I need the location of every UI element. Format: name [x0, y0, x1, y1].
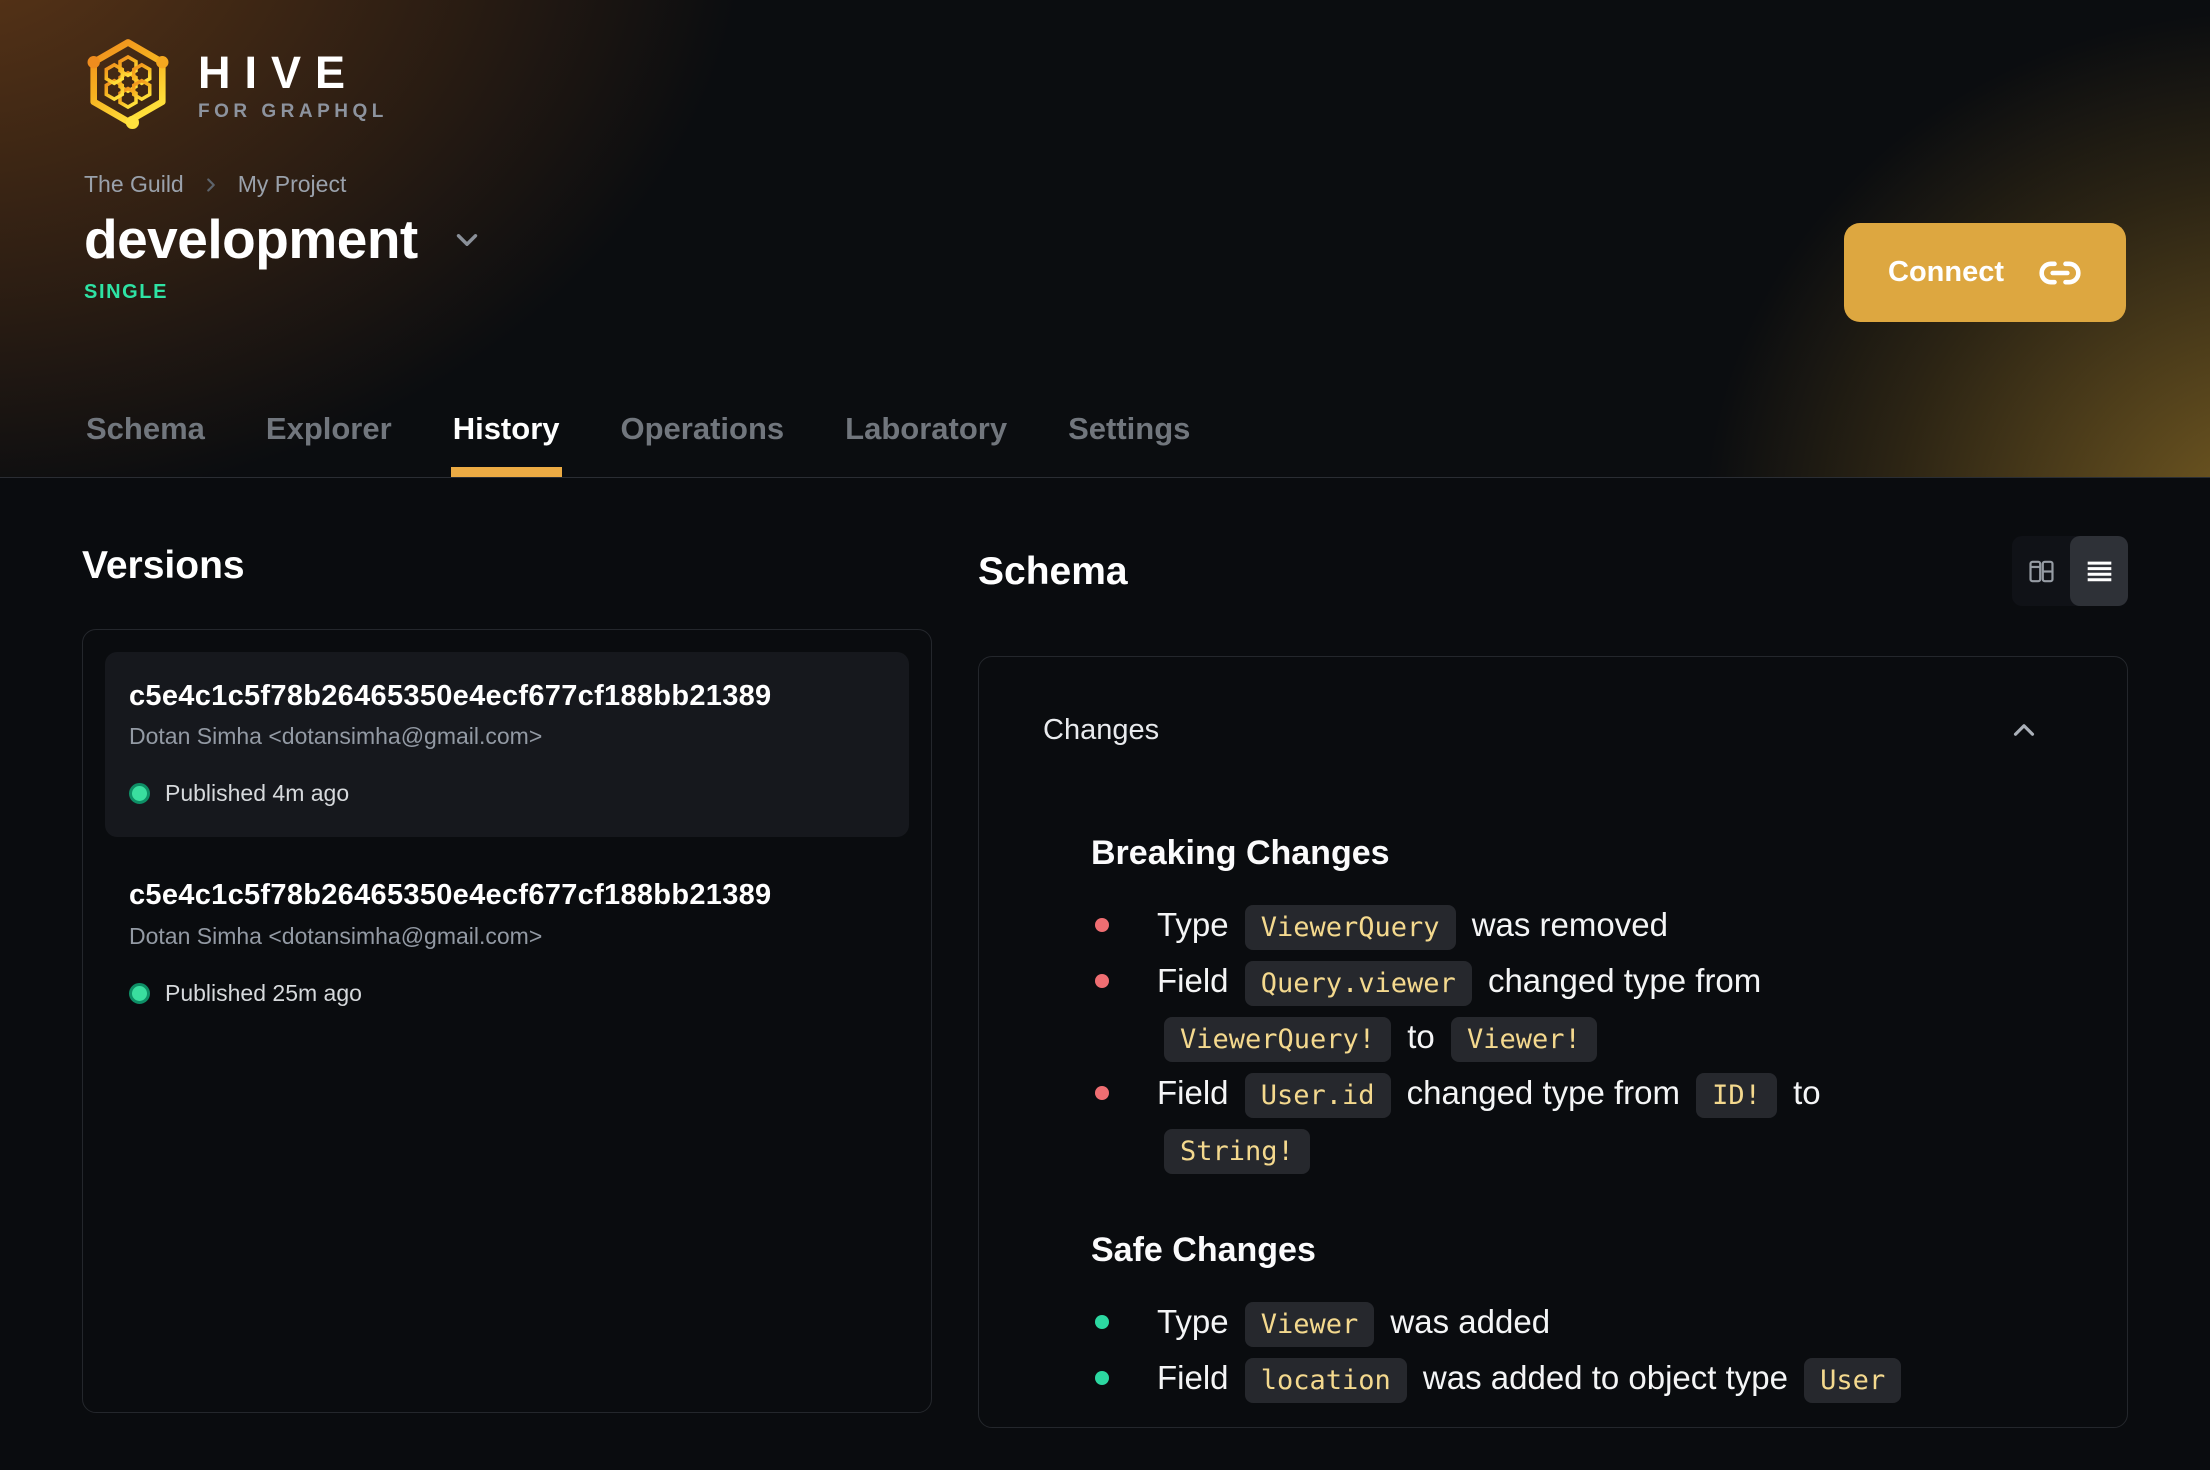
- code-chip: ViewerQuery: [1244, 904, 1456, 950]
- schema-header-row: Schema: [978, 536, 2128, 606]
- target-type-badge: SINGLE: [84, 281, 169, 304]
- bullet-dot: [1095, 1370, 1109, 1385]
- schema-heading: Schema: [978, 549, 1128, 593]
- version-card[interactable]: c5e4c1c5f78b26465350e4ecf677cf188bb21389…: [105, 851, 909, 1036]
- published-status-dot: [129, 982, 150, 1004]
- link-icon: [2039, 261, 2081, 284]
- view-toggle: [2012, 536, 2128, 606]
- version-hash: c5e4c1c5f78b26465350e4ecf677cf188bb21389: [129, 879, 772, 912]
- bullet-dot: [1095, 917, 1109, 932]
- version-status: Published 4m ago: [129, 780, 885, 807]
- chevron-right-icon: [206, 177, 215, 192]
- code-chip: Query.viewer: [1244, 960, 1472, 1006]
- version-status-text: Published 4m ago: [165, 780, 350, 807]
- main-content: Versions c5e4c1c5f78b26465350e4ecf677cf1…: [0, 478, 2210, 1428]
- bullet-dot: [1095, 1085, 1109, 1100]
- bullet-dot: [1095, 1314, 1109, 1329]
- target-name: development: [84, 208, 418, 270]
- change-item: Field location was added to object type …: [1091, 1351, 1951, 1407]
- version-status: Published 25m ago: [129, 980, 885, 1007]
- brand-tagline: FOR GRAPHQL: [198, 101, 388, 122]
- tab-schema[interactable]: Schema: [84, 410, 207, 477]
- tab-bar: Schema Explorer History Operations Laborator…: [84, 410, 1192, 478]
- columns-icon: [2028, 560, 2054, 582]
- code-chip: Viewer!: [1450, 1016, 1597, 1062]
- tab-operations[interactable]: Operations: [619, 410, 787, 477]
- changes-section-title: Breaking Changes: [1091, 834, 1390, 872]
- changes-section-title: Safe Changes: [1091, 1230, 1316, 1269]
- code-chip: String!: [1164, 1128, 1310, 1174]
- header: HIVE FOR GRAPHQL The Guild My Project de…: [0, 0, 2210, 478]
- safe-change-list: Type Viewer was added Field location was …: [1091, 1295, 2063, 1407]
- version-author: Dotan Simha <dotansimha@gmail.com>: [129, 723, 543, 750]
- code-chip: User.id: [1244, 1072, 1391, 1118]
- tab-laboratory[interactable]: Laboratory: [843, 410, 1009, 477]
- changes-panel: Changes Breaking Changes Type ViewerQuery…: [978, 656, 2128, 1428]
- brand-text: HIVE FOR GRAPHQL: [198, 50, 388, 121]
- version-author: Dotan Simha <dotansimha@gmail.com>: [129, 922, 543, 949]
- code-chip: Viewer: [1244, 1301, 1375, 1347]
- hive-logo-icon: [87, 39, 169, 130]
- change-item: Field Query.viewer changed type from Vie…: [1091, 954, 1951, 1066]
- changes-title: Changes: [1043, 713, 1160, 746]
- version-card[interactable]: c5e4c1c5f78b26465350e4ecf677cf188bb21389…: [105, 652, 909, 838]
- schema-column: Schema Changes Breaking Changes Type Vie…: [978, 478, 2128, 1428]
- brand-name: HIVE: [198, 47, 360, 98]
- versions-heading: Versions: [82, 544, 245, 587]
- chevron-down-icon[interactable]: [450, 223, 484, 257]
- changes-collapse-header[interactable]: Changes: [1043, 713, 2063, 747]
- change-item: Type ViewerQuery was removed: [1091, 898, 1951, 954]
- code-chip: User: [1804, 1357, 1902, 1403]
- tab-history[interactable]: History: [450, 410, 562, 478]
- version-hash: c5e4c1c5f78b26465350e4ecf677cf188bb21389: [129, 680, 772, 712]
- list-view-button[interactable]: [2070, 536, 2128, 606]
- published-status-dot: [129, 783, 150, 805]
- bullet-dot: [1095, 973, 1109, 988]
- tab-explorer[interactable]: Explorer: [264, 410, 394, 477]
- breadcrumb: The Guild My Project: [84, 171, 2126, 198]
- code-chip: ViewerQuery!: [1164, 1016, 1392, 1062]
- code-chip: location: [1244, 1357, 1407, 1403]
- connect-button-label: Connect: [1888, 256, 2004, 288]
- change-item: Type Viewer was added: [1091, 1295, 1951, 1351]
- list-icon: [2087, 561, 2111, 581]
- version-status-text: Published 25m ago: [165, 979, 362, 1006]
- changes-content: Breaking Changes Type ViewerQuery was rem…: [1091, 833, 2063, 1407]
- code-chip: ID!: [1696, 1072, 1777, 1118]
- chevron-up-icon: [2013, 724, 2035, 736]
- breaking-change-list: Type ViewerQuery was removed Field Query.…: [1091, 898, 2063, 1178]
- hive-logo[interactable]: HIVE FOR GRAPHQL: [84, 38, 2126, 133]
- diff-view-button[interactable]: [2012, 536, 2070, 606]
- target-title-row: development: [84, 208, 2126, 271]
- versions-column: Versions c5e4c1c5f78b26465350e4ecf677cf1…: [82, 478, 932, 1428]
- versions-list: c5e4c1c5f78b26465350e4ecf677cf188bb21389…: [82, 629, 932, 1413]
- change-item: Field User.id changed type from ID! to S…: [1091, 1066, 1951, 1178]
- tab-settings[interactable]: Settings: [1066, 410, 1192, 477]
- breadcrumb-org[interactable]: The Guild: [84, 171, 184, 198]
- breadcrumb-project[interactable]: My Project: [238, 171, 347, 198]
- connect-button[interactable]: Connect: [1844, 223, 2126, 322]
